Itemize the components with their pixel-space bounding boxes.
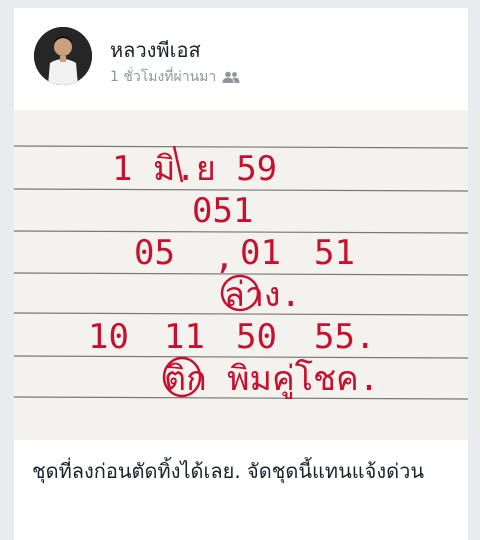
notebook-page-image: 1 มิ.ย 59 051 05 , 01 51 ล่าง. 10 11 50 … <box>14 110 468 440</box>
photo-line-3-b: 01 <box>240 233 281 273</box>
avatar[interactable] <box>34 27 92 85</box>
photo-line-3-sep: , <box>214 237 234 277</box>
avatar-image <box>34 27 92 85</box>
photo-line-5-d: 55. <box>314 317 375 357</box>
author-name[interactable]: หลวงพีเอส <box>110 34 201 66</box>
photo-line-2: 051 <box>192 191 253 231</box>
post-meta: 1 ชั่วโมงที่ผ่านมา <box>110 66 240 88</box>
post-header: หลวงพีเอส 1 ชั่วโมงที่ผ่านมา <box>14 8 468 108</box>
photo-line-5-b: 11 <box>164 317 205 357</box>
photo-line-3-a: 05 <box>134 233 175 273</box>
post-caption: ชุดที่ลงก่อนตัดทิ้งได้เลย. จัดชุดนี้แทนแ… <box>32 459 425 483</box>
photo-line-5-c: 50 <box>236 317 277 357</box>
friends-icon <box>222 71 240 83</box>
post-timestamp[interactable]: 1 ชั่วโมงที่ผ่านมา <box>110 66 216 88</box>
post-card: หลวงพีเอส 1 ชั่วโมงที่ผ่านมา 1 มิ.ย 59 0… <box>14 8 468 540</box>
photo-line-3-c: 51 <box>314 233 355 273</box>
photo-line-5-a: 10 <box>88 317 129 357</box>
post-photo[interactable]: 1 มิ.ย 59 051 05 , 01 51 ล่าง. 10 11 50 … <box>14 110 468 440</box>
photo-line-1: 1 มิ.ย 59 <box>112 149 277 189</box>
